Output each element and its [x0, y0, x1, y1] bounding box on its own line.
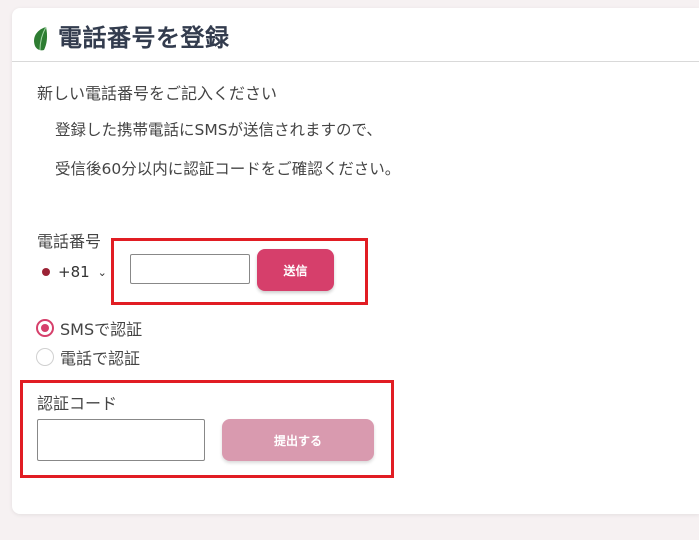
flag-icon: [42, 268, 50, 276]
intro-text: 新しい電話番号をご記入ください: [37, 84, 278, 103]
phone-number-label: 電話番号: [37, 232, 102, 251]
radio-phone-call[interactable]: 電話で認証: [36, 345, 140, 369]
radio-label-sms: SMSで認証: [60, 320, 143, 339]
instruction-text-1: 登録した携帯電話にSMSが送信されますので、: [55, 121, 382, 139]
phone-registration-card: 電話番号を登録 新しい電話番号をご記入ください 登録した携帯電話にSMSが送信さ…: [12, 8, 699, 514]
country-code-select[interactable]: +81 ⌄: [42, 263, 107, 281]
instruction-text-2: 受信後60分以内に認証コードをご確認ください。: [55, 160, 401, 178]
chevron-down-icon: ⌄: [97, 265, 107, 279]
country-code-value: +81: [58, 263, 90, 281]
radio-button-checked[interactable]: [36, 319, 54, 337]
highlight-box-code: [20, 380, 394, 478]
leaf-icon: [34, 26, 48, 51]
highlight-box-phone: [111, 238, 368, 305]
page-title: 電話番号を登録: [58, 24, 230, 52]
radio-button-unchecked[interactable]: [36, 348, 54, 366]
card-header: 電話番号を登録: [12, 8, 699, 62]
radio-label-call: 電話で認証: [60, 349, 141, 368]
radio-sms[interactable]: SMSで認証: [36, 316, 142, 340]
